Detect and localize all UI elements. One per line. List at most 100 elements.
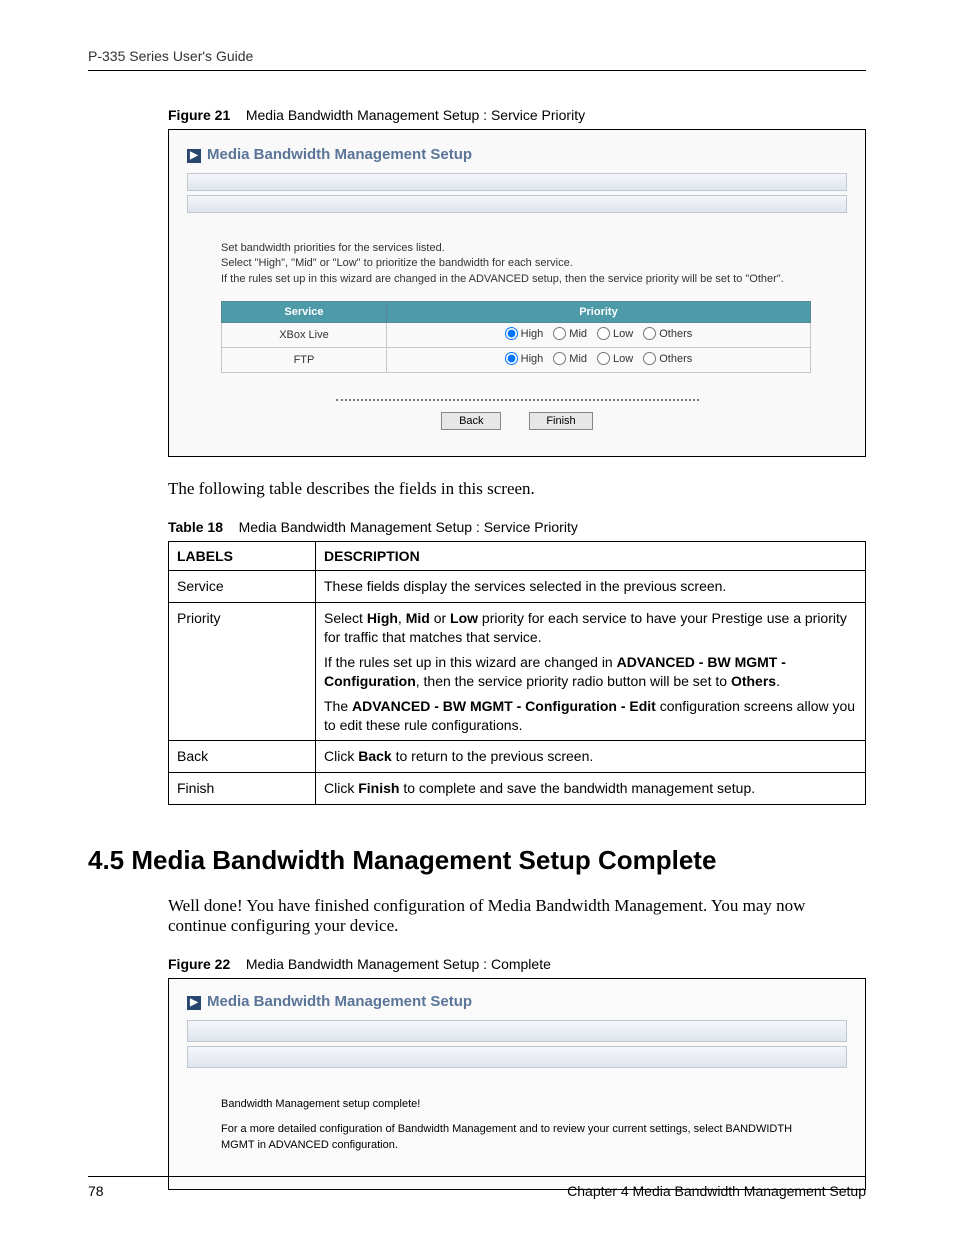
label-cell: Back: [169, 741, 316, 773]
table-row: Finish Click Finish to complete and save…: [169, 773, 866, 805]
priority-cell: High Mid Low Others: [386, 323, 810, 348]
t: or: [430, 610, 450, 626]
gradient-bar: [187, 1046, 847, 1068]
radio-high[interactable]: High: [505, 352, 544, 365]
radio-high[interactable]: High: [505, 327, 544, 340]
table18-caption: Table 18 Media Bandwidth Management Setu…: [168, 519, 866, 535]
t: High: [367, 610, 398, 626]
figure21-label: Figure 21: [168, 107, 230, 123]
help-line-1: Set bandwidth priorities for the service…: [221, 241, 847, 256]
figure21-screenshot: ▶ Media Bandwidth Management Setup Set ba…: [168, 129, 866, 457]
radio-label: Low: [613, 328, 633, 340]
col-priority: Priority: [386, 302, 810, 323]
radio-others[interactable]: Others: [643, 327, 692, 340]
radio-high-input[interactable]: [505, 327, 518, 340]
radio-mid[interactable]: Mid: [553, 327, 587, 340]
priority-cell: High Mid Low Others: [386, 348, 810, 373]
radio-others[interactable]: Others: [643, 352, 692, 365]
t: If the rules set up in this wizard are c…: [324, 654, 617, 670]
radio-label: High: [521, 353, 544, 365]
radio-high-input[interactable]: [505, 352, 518, 365]
t: , then the service priority radio button…: [416, 673, 731, 689]
help-line-2: Select "High", "Mid" or "Low" to priorit…: [221, 256, 847, 271]
gradient-bar: [187, 1020, 847, 1042]
col-service: Service: [222, 302, 387, 323]
radio-mid[interactable]: Mid: [553, 352, 587, 365]
label-cell: Priority: [169, 603, 316, 741]
t: The: [324, 698, 352, 714]
wizard-title: ▶ Media Bandwidth Management Setup: [187, 993, 847, 1010]
radio-label: High: [521, 328, 544, 340]
complete-message: Bandwidth Management setup complete!: [221, 1098, 847, 1110]
radio-mid-input[interactable]: [553, 352, 566, 365]
t: to complete and save the bandwidth manag…: [399, 780, 755, 796]
wizard-title: ▶ Media Bandwidth Management Setup: [187, 146, 847, 163]
table18-caption-text: Media Bandwidth Management Setup : Servi…: [239, 519, 578, 535]
wizard-title-text: Media Bandwidth Management Setup: [207, 993, 472, 1010]
section-4-5-body: Well done! You have finished configurati…: [168, 896, 866, 936]
radio-label: Low: [613, 353, 633, 365]
t: ,: [398, 610, 406, 626]
chapter-label: Chapter 4 Media Bandwidth Management Set…: [567, 1183, 866, 1199]
service-cell: XBox Live: [222, 323, 387, 348]
arrow-icon: ▶: [187, 996, 201, 1010]
t: .: [776, 673, 780, 689]
finish-button[interactable]: Finish: [529, 412, 592, 430]
head-labels: LABELS: [169, 542, 316, 571]
running-header: P-335 Series User's Guide: [88, 48, 866, 71]
complete-detail: For a more detailed configuration of Ban…: [221, 1122, 813, 1153]
figure21-caption: Figure 21 Media Bandwidth Management Set…: [168, 107, 866, 123]
gradient-bar: [187, 173, 847, 191]
t: to return to the previous screen.: [392, 748, 594, 764]
figure22-screenshot: ▶ Media Bandwidth Management Setup Bandwi…: [168, 978, 866, 1190]
intro-text: The following table describes the fields…: [168, 479, 866, 499]
label-cell: Finish: [169, 773, 316, 805]
t: Select: [324, 610, 367, 626]
arrow-icon: ▶: [187, 149, 201, 163]
label-cell: Service: [169, 571, 316, 603]
page-footer: 78 Chapter 4 Media Bandwidth Management …: [88, 1176, 866, 1199]
radio-others-input[interactable]: [643, 352, 656, 365]
t: Click: [324, 748, 358, 764]
radio-low-input[interactable]: [597, 352, 610, 365]
service-cell: FTP: [222, 348, 387, 373]
help-text: Set bandwidth priorities for the service…: [221, 241, 847, 287]
t: Finish: [358, 780, 399, 796]
radio-label: Mid: [569, 353, 587, 365]
t: Low: [450, 610, 478, 626]
table-row: XBox Live High Mid Low Others: [222, 323, 811, 348]
figure21-caption-text: Media Bandwidth Management Setup : Servi…: [246, 107, 585, 123]
dotted-divider: [336, 399, 699, 401]
figure22-caption: Figure 22 Media Bandwidth Management Set…: [168, 956, 866, 972]
radio-mid-input[interactable]: [553, 327, 566, 340]
page-number: 78: [88, 1183, 104, 1199]
t: ADVANCED - BW MGMT - Configuration - Edi…: [352, 698, 656, 714]
table-row: Back Click Back to return to the previou…: [169, 741, 866, 773]
radio-others-input[interactable]: [643, 327, 656, 340]
t: Mid: [406, 610, 430, 626]
t: Back: [358, 748, 391, 764]
head-description: DESCRIPTION: [316, 542, 866, 571]
radio-low[interactable]: Low: [597, 352, 633, 365]
radio-low-input[interactable]: [597, 327, 610, 340]
table-row: Priority Select High, Mid or Low priorit…: [169, 603, 866, 741]
priority-table: Service Priority XBox Live High Mid Low …: [221, 301, 811, 373]
figure22-label: Figure 22: [168, 956, 230, 972]
back-button[interactable]: Back: [441, 412, 501, 430]
desc-cell: Click Finish to complete and save the ba…: [316, 773, 866, 805]
help-line-3: If the rules set up in this wizard are c…: [221, 272, 847, 287]
desc-cell: Select High, Mid or Low priority for eac…: [316, 603, 866, 741]
section-4-5-heading: 4.5 Media Bandwidth Management Setup Com…: [88, 845, 866, 876]
wizard-title-text: Media Bandwidth Management Setup: [207, 146, 472, 163]
desc-cell: These fields display the services select…: [316, 571, 866, 603]
figure22-caption-text: Media Bandwidth Management Setup : Compl…: [246, 956, 551, 972]
table-row: Service These fields display the service…: [169, 571, 866, 603]
table18-label: Table 18: [168, 519, 223, 535]
gradient-bar: [187, 195, 847, 213]
radio-low[interactable]: Low: [597, 327, 633, 340]
radio-label: Others: [659, 328, 692, 340]
t: Click: [324, 780, 358, 796]
desc-cell: Click Back to return to the previous scr…: [316, 741, 866, 773]
t: Others: [731, 673, 776, 689]
table-row: FTP High Mid Low Others: [222, 348, 811, 373]
